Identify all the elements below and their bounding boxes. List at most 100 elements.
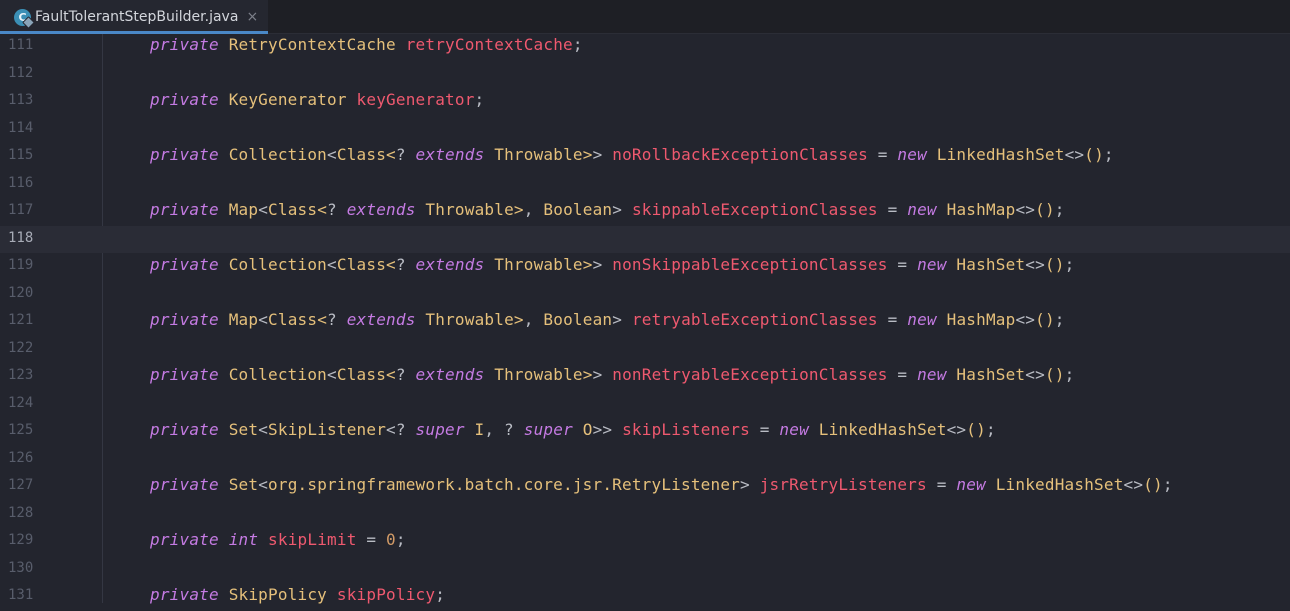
line-number[interactable]: 114 xyxy=(8,120,33,136)
line-number[interactable]: 128 xyxy=(8,505,33,521)
code-line[interactable]: 112 xyxy=(0,61,1290,89)
code-token: SkipListener xyxy=(268,420,387,439)
code-line[interactable]: 111 private RetryContextCache retryContex… xyxy=(0,33,1290,61)
code-line[interactable]: 120 xyxy=(0,281,1290,309)
code-line[interactable]: 127 private Set<org.springframework.batch… xyxy=(0,473,1290,501)
code-token: private xyxy=(150,420,219,439)
line-number[interactable]: 118 xyxy=(8,230,33,246)
code-line[interactable]: 122 xyxy=(0,336,1290,364)
code-token: Class xyxy=(268,310,318,329)
code-token: > xyxy=(513,310,524,329)
code-token: Collection xyxy=(228,145,328,164)
code-line[interactable]: 117 private Map<Class<? extends Throwable… xyxy=(0,198,1290,226)
code-line[interactable]: 124 xyxy=(0,391,1290,419)
line-number[interactable]: 127 xyxy=(8,477,33,493)
code-token: < xyxy=(258,420,269,439)
code-line[interactable]: 115 private Collection<Class<? extends Th… xyxy=(0,143,1290,171)
code-token: private xyxy=(150,35,219,54)
code-token: private xyxy=(150,585,219,604)
code-token: ; xyxy=(435,585,446,604)
code-token: ; xyxy=(572,35,583,54)
code-line[interactable]: 131 private SkipPolicy skipPolicy; xyxy=(0,583,1290,611)
java-class-icon: C xyxy=(14,8,31,26)
line-number[interactable]: 122 xyxy=(8,340,33,356)
code-line[interactable]: 116 xyxy=(0,171,1290,199)
line-number[interactable]: 129 xyxy=(8,532,33,548)
code-token: nonSkippableExceptionClasses xyxy=(612,255,888,274)
line-number[interactable]: 126 xyxy=(8,450,33,466)
code-token: < xyxy=(317,310,328,329)
code-token: < xyxy=(386,365,396,384)
code-token: Map xyxy=(228,310,259,329)
code-token: > xyxy=(612,200,632,219)
line-number[interactable]: 131 xyxy=(8,587,33,603)
code-token: , ? xyxy=(484,420,524,439)
file-tab[interactable]: C FaultTolerantStepBuilder.java × xyxy=(0,0,269,34)
code-token: KeyGenerator xyxy=(228,90,347,109)
line-number[interactable]: 125 xyxy=(8,422,33,438)
line-number[interactable]: 113 xyxy=(8,92,33,108)
code-token: extends xyxy=(346,310,416,329)
line-number[interactable]: 119 xyxy=(8,257,33,273)
code-token: < xyxy=(258,475,269,494)
code-token: super xyxy=(523,420,573,439)
line-number[interactable]: 117 xyxy=(8,202,33,218)
line-number[interactable]: 115 xyxy=(8,147,33,163)
line-number[interactable]: 116 xyxy=(8,175,33,191)
code-token: Throwable xyxy=(494,365,583,384)
line-number[interactable]: 120 xyxy=(8,285,33,301)
code-text: private RetryContextCache retryContextCa… xyxy=(150,35,583,55)
code-token: () xyxy=(1035,200,1055,219)
code-token: () xyxy=(1084,145,1104,164)
code-line[interactable]: 114 xyxy=(0,116,1290,144)
code-line[interactable]: 119 private Collection<Class<? extends Th… xyxy=(0,253,1290,281)
code-text: private Map<Class<? extends Throwable>, … xyxy=(150,200,1065,220)
code-token: ; xyxy=(1054,200,1065,219)
code-token: , xyxy=(523,310,544,329)
code-line[interactable]: 121 private Map<Class<? extends Throwable… xyxy=(0,308,1290,336)
code-token: Throwable xyxy=(494,145,583,164)
code-token: < xyxy=(386,145,396,164)
close-icon[interactable]: × xyxy=(246,9,258,25)
code-line[interactable]: 118 xyxy=(0,225,1290,253)
line-number[interactable]: 130 xyxy=(8,560,33,576)
line-number[interactable]: 112 xyxy=(8,65,33,81)
code-token: <> xyxy=(1015,200,1036,219)
code-line[interactable]: 126 xyxy=(0,446,1290,474)
line-number[interactable]: 121 xyxy=(8,312,33,328)
code-token: SkipPolicy xyxy=(228,585,328,604)
code-token: > xyxy=(592,255,613,274)
code-editor[interactable]: 111 private RetryContextCache retryContex… xyxy=(0,33,1290,604)
code-token: Throwable xyxy=(425,310,514,329)
line-number[interactable]: 123 xyxy=(8,367,33,383)
code-token: Collection xyxy=(228,365,328,384)
code-token: = xyxy=(887,365,918,384)
code-token: ; xyxy=(395,530,406,549)
code-token: () xyxy=(1044,365,1065,384)
line-number[interactable]: 124 xyxy=(8,395,33,411)
code-text: private Collection<Class<? extends Throw… xyxy=(150,255,1074,275)
code-text: private SkipPolicy skipPolicy; xyxy=(150,585,445,605)
code-token: ? xyxy=(395,255,416,274)
code-token: Class xyxy=(336,145,387,164)
code-line[interactable]: 113 private KeyGenerator keyGenerator; xyxy=(0,88,1290,116)
code-line[interactable]: 123 private Collection<Class<? extends Th… xyxy=(0,363,1290,391)
code-line[interactable]: 125 private Set<SkipListener<? super I, ?… xyxy=(0,418,1290,446)
code-token: Set xyxy=(228,420,259,439)
code-token: ; xyxy=(1064,365,1075,384)
code-line[interactable]: 128 xyxy=(0,501,1290,529)
code-line[interactable]: 130 xyxy=(0,556,1290,584)
code-line[interactable]: 129 private int skipLimit = 0; xyxy=(0,528,1290,556)
code-token: >> xyxy=(592,420,623,439)
line-number[interactable]: 111 xyxy=(8,37,33,53)
